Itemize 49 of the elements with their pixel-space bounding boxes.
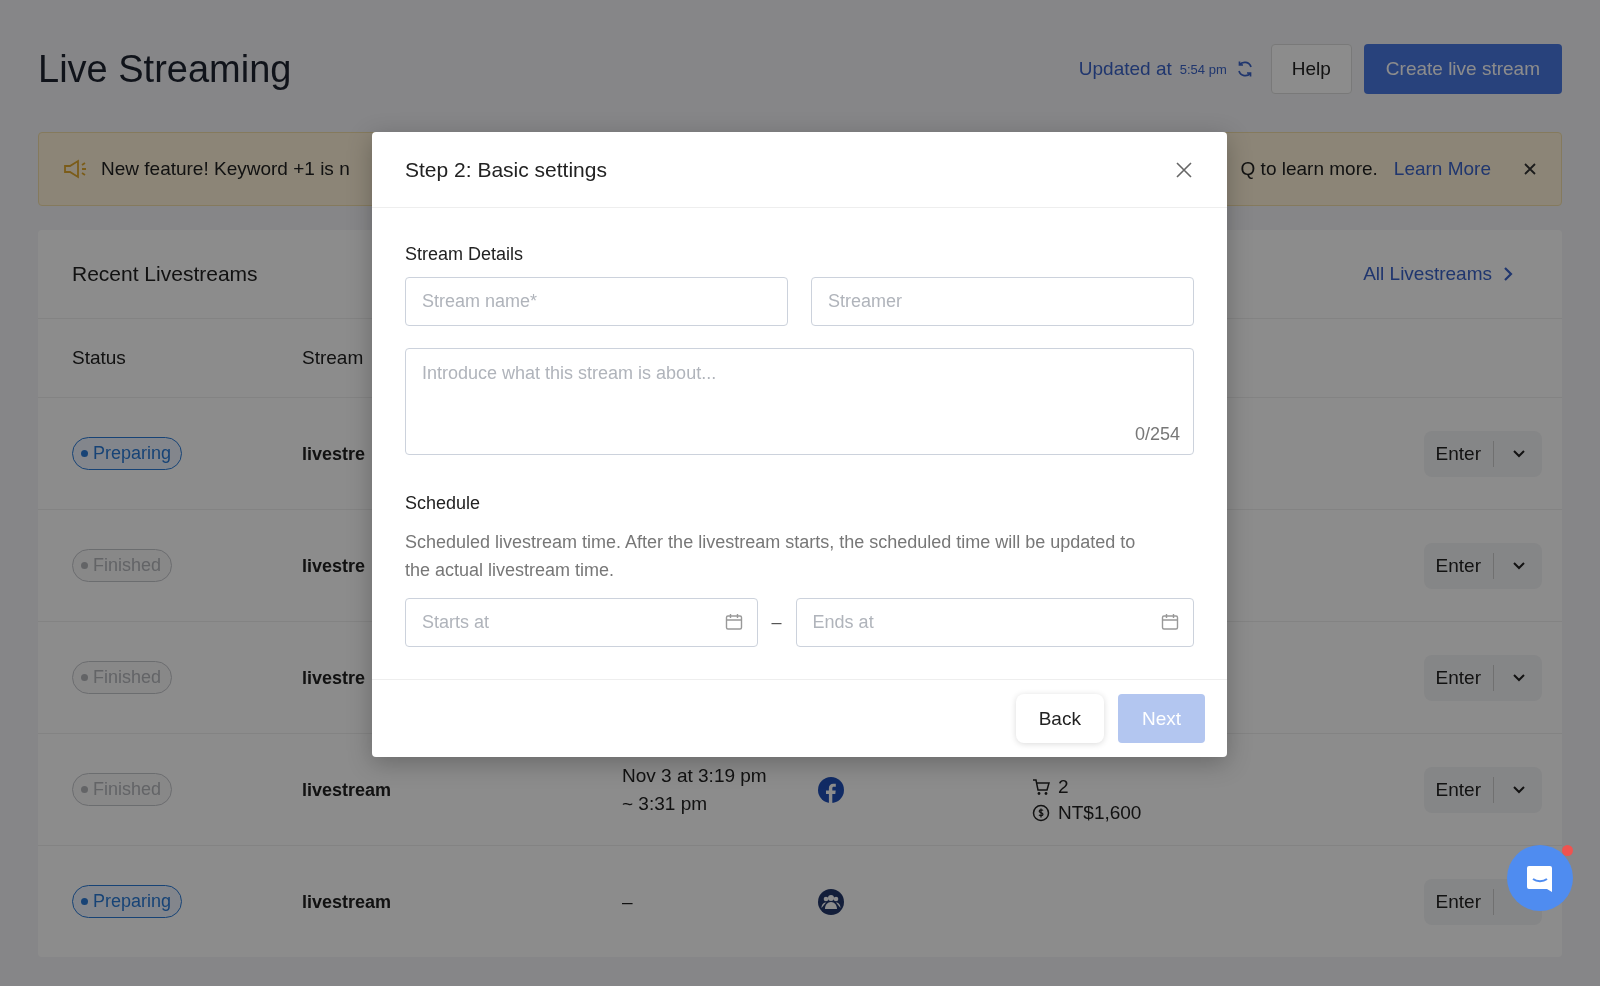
stream-name: livestre bbox=[302, 555, 366, 576]
facebook-icon bbox=[818, 776, 844, 803]
cart-icon bbox=[1032, 777, 1050, 796]
group-icon bbox=[818, 888, 844, 915]
megaphone-icon bbox=[63, 158, 89, 180]
dollar-icon bbox=[1032, 803, 1050, 822]
create-button[interactable]: Create live stream bbox=[1363, 44, 1562, 94]
chevron-down-icon bbox=[1512, 560, 1526, 571]
stream-name: livestream bbox=[302, 779, 392, 800]
column-header: Stream bbox=[302, 347, 365, 369]
section-heading: Stream Details bbox=[405, 244, 525, 265]
all-livestreams-link[interactable]: All Livestreams bbox=[1363, 263, 1514, 285]
chevron-down-icon bbox=[1512, 784, 1526, 795]
page-title: Live Streaming bbox=[38, 47, 292, 91]
status-tag: Preparing bbox=[72, 885, 183, 918]
stream-name: livestre bbox=[302, 667, 366, 688]
range-separator: – bbox=[771, 612, 782, 633]
stat-value: NT$1,600 bbox=[1058, 801, 1142, 824]
learn-more-link[interactable]: Learn More bbox=[1393, 158, 1491, 180]
help-button[interactable]: Help bbox=[1270, 44, 1352, 94]
chevron-down-icon bbox=[1512, 448, 1526, 459]
status-tag: Preparing bbox=[72, 437, 183, 470]
banner-text: Q to learn more. bbox=[1240, 158, 1378, 180]
character-counter: 0/254 bbox=[1134, 424, 1180, 445]
chevron-down-icon bbox=[1512, 672, 1526, 683]
end-date-field[interactable]: Ends at bbox=[795, 598, 1194, 647]
section-heading: Schedule bbox=[405, 493, 482, 514]
stream-name: livestre bbox=[302, 443, 366, 464]
calendar-icon bbox=[723, 612, 744, 632]
updated-label: Updated at bbox=[1078, 58, 1172, 80]
chevron-right-icon bbox=[1502, 266, 1514, 282]
start-date-field[interactable]: Starts at bbox=[405, 598, 758, 647]
stream-time: ~ 3:31 pm bbox=[622, 792, 709, 815]
card-title: Recent Livestreams bbox=[72, 262, 258, 286]
updated-time: 5:54 pm bbox=[1179, 61, 1227, 77]
close-icon[interactable] bbox=[1523, 162, 1537, 176]
column-header: Status bbox=[72, 347, 127, 369]
dialog-title: Step 2: Basic settings bbox=[405, 157, 607, 182]
back-button[interactable]: Back bbox=[1015, 694, 1104, 743]
banner-text: New feature! Keyword +1 is n bbox=[101, 158, 350, 180]
close-icon[interactable] bbox=[1175, 160, 1193, 179]
schedule-description: Scheduled livestream time. After the livestream starts, the scheduled time will be updated to the actual livestream time. bbox=[405, 531, 1137, 582]
stream-name: livestream bbox=[302, 891, 392, 912]
stat-value: 2 bbox=[1058, 775, 1069, 798]
calendar-icon bbox=[1160, 612, 1180, 632]
stream-name-field[interactable]: Stream name* bbox=[405, 277, 788, 326]
stream-time: Nov 3 at 3:19 pm bbox=[622, 764, 768, 787]
stream-time: – bbox=[622, 890, 634, 913]
streamer-field[interactable]: Streamer bbox=[811, 277, 1194, 326]
